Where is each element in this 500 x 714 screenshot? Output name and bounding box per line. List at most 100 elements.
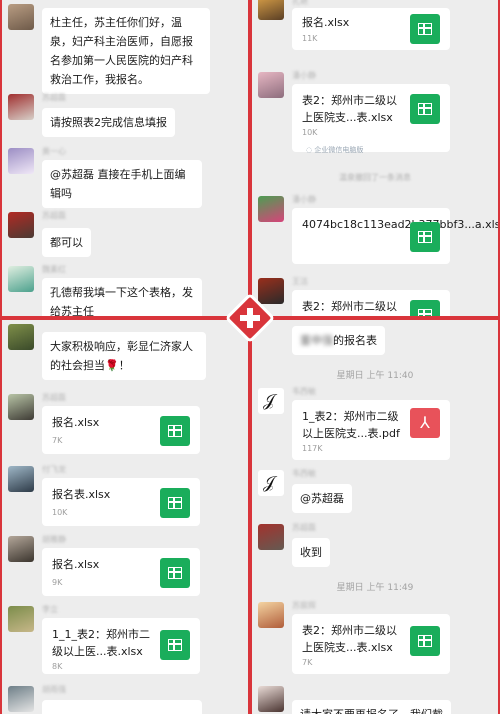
avatar[interactable] — [258, 278, 284, 304]
file-size: 10K — [302, 128, 318, 137]
avatar[interactable] — [8, 394, 34, 420]
message-bubble[interactable]: 孔德帮我填一下这个表格，发给苏主任 — [42, 278, 202, 316]
file-name: 1_表2：郑州市二级以上医院支...表.pdf — [302, 410, 400, 440]
chat-message: 潘小静 表2：郑州市二级以上医院支...表.xlsx 10K ◌ 企业微信电脑版 — [258, 71, 494, 162]
avatar[interactable] — [8, 536, 34, 562]
file-size: 10K — [52, 508, 68, 517]
avatar[interactable] — [258, 524, 284, 550]
file-name: 报名.xlsx — [302, 16, 350, 29]
excel-icon — [410, 300, 440, 316]
chat-message: 胡雨强 — [8, 685, 244, 714]
chat-message: 𝒥 韦西敏 1_表2：郑州市二级以上医院支...表.pdf 117K ⅄ — [258, 387, 494, 464]
avatar[interactable]: 𝒥 — [258, 388, 284, 414]
file-name: 表2：郑州市二级以上医院支...表.xlsx — [302, 94, 397, 124]
chat-message: 王洁 表2：郑州市二级以 — [258, 277, 494, 316]
chat-message: 孔艳 报名.xlsx 11K — [258, 0, 494, 56]
file-size: 9K — [52, 578, 63, 587]
file-attachment[interactable]: 1_1_表2：郑州市二级以上医...表.xlsx 8K — [42, 618, 200, 674]
avatar[interactable] — [8, 4, 34, 30]
timestamp: 星期日 上午 11:49 — [336, 583, 414, 593]
chat-message: 请大家不要再报名了，我们截 — [258, 686, 494, 714]
sender-name: 王洁 — [292, 277, 308, 286]
timestamp: 星期日 上午 11:40 — [336, 371, 414, 381]
avatar[interactable] — [258, 686, 284, 712]
sender-name: 苏超磊 — [42, 393, 66, 402]
excel-icon — [160, 488, 190, 518]
file-attachment[interactable]: 1_表2：郑州市二级以上医院支...表.pdf 117K ⅄ — [292, 400, 450, 460]
avatar[interactable] — [258, 602, 284, 628]
sender-name: 韦西敏 — [292, 469, 316, 478]
chat-panel-top-left[interactable]: 杜主任，苏主任你们好，温泉，妇产科主治医师，自愿报名参加第一人民医院的妇产科救治… — [2, 0, 248, 316]
sender-name: 苏超磊 — [42, 93, 66, 102]
excel-icon — [160, 630, 190, 660]
file-attachment[interactable]: 报名.xlsx 11K — [292, 8, 450, 50]
message-bubble[interactable]: 请按照表2完成信息填报 — [42, 108, 175, 137]
chat-panel-top-right[interactable]: 孔艳 报名.xlsx 11K 潘小静 表2：郑州市二级以上医院支...表.xls… — [252, 0, 498, 316]
chat-panel-bottom-left[interactable]: 大家积极响应，彰显仁济家人的社会担当🌹！ 苏超磊 报名.xlsx 7K 付飞龙 … — [2, 320, 248, 714]
file-attachment[interactable]: 报名表.xlsx 10K — [42, 478, 200, 526]
file-attachment[interactable]: 表2：郑州市二级以上医院支...表.xlsx 7K — [292, 614, 450, 674]
sender-name: 李立 — [42, 605, 58, 614]
message-bubble[interactable]: 都可以 — [42, 228, 91, 257]
excel-icon — [410, 94, 440, 124]
avatar[interactable] — [258, 0, 284, 20]
avatar[interactable] — [8, 148, 34, 174]
message-bubble[interactable] — [42, 700, 202, 714]
message-bubble[interactable]: @苏超磊 — [292, 484, 352, 513]
file-size: 11K — [302, 34, 318, 43]
avatar[interactable] — [258, 72, 284, 98]
chat-message: 大家积极响应，彰显仁济家人的社会担当🌹！ — [8, 324, 244, 384]
chat-panel-bottom-right[interactable]: 董申强的报名表 星期日 上午 11:40 𝒥 韦西敏 1_表2：郑州市二级以上医… — [252, 320, 498, 714]
sender-name: 苏超磊 — [42, 211, 66, 220]
file-attachment[interactable]: 报名.xlsx 9K — [42, 548, 200, 596]
excel-icon — [160, 558, 190, 588]
file-name: 报名.xlsx — [52, 416, 100, 429]
file-name: 表2：郑州市二级以 — [302, 300, 397, 313]
file-name: 1_1_表2：郑州市二级以上医...表.xlsx — [52, 628, 150, 658]
avatar[interactable] — [8, 324, 34, 350]
file-name: 表2：郑州市二级以上医院支...表.xlsx — [302, 624, 397, 654]
sender-name: 胡雨强 — [42, 685, 66, 694]
chat-message: 胡雅静 报名.xlsx 9K — [8, 535, 244, 606]
sender-name: 苏宸辉 — [292, 601, 316, 610]
avatar[interactable]: 𝒥 — [258, 470, 284, 496]
chat-message: 𝒥 韦西敏 @苏超磊 — [258, 469, 494, 516]
avatar[interactable] — [8, 606, 34, 632]
chat-message: 魏素红 孔德帮我填一下这个表格，发给苏主任 — [8, 265, 244, 316]
sender-name: 潘小静 — [292, 71, 316, 80]
avatar[interactable] — [8, 94, 34, 120]
sender-name: 苏超磊 — [292, 523, 316, 532]
source-label: ◌ 企业微信电脑版 — [306, 146, 364, 154]
excel-icon — [410, 626, 440, 656]
excel-icon — [410, 14, 440, 44]
message-bubble[interactable]: 收到 — [292, 538, 330, 567]
chat-message: 苏超磊 请按照表2完成信息填报 — [8, 93, 244, 138]
sender-name: 黄一心 — [42, 147, 66, 156]
excel-icon — [410, 222, 440, 252]
file-size: 7K — [52, 436, 63, 445]
message-bubble[interactable]: 请大家不要再报名了，我们截 — [292, 700, 451, 714]
chat-message: 苏超磊 报名.xlsx 7K — [8, 393, 244, 464]
sender-name: 韦西敏 — [292, 387, 316, 396]
message-bubble[interactable]: 董申强的报名表 — [292, 326, 385, 355]
file-attachment[interactable]: 表2：郑州市二级以上医院支...表.xlsx 10K — [292, 84, 450, 152]
message-bubble[interactable]: 杜主任，苏主任你们好，温泉，妇产科主治医师，自愿报名参加第一人民医院的妇产科救治… — [42, 8, 210, 94]
sender-name: 孔艳 — [292, 0, 308, 6]
file-name: 报名表.xlsx — [52, 488, 111, 501]
file-attachment[interactable]: 4074bc18c113ead2b377bbf3...a.xlsx — [292, 208, 498, 264]
chat-message: 黄一心 @苏超磊 直接在手机上面编辑吗 — [8, 147, 244, 208]
chat-message: 潘小静 4074bc18c113ead2b377bbf3...a.xlsx — [258, 195, 498, 266]
message-bubble[interactable]: @苏超磊 直接在手机上面编辑吗 — [42, 160, 202, 208]
avatar[interactable] — [258, 196, 284, 222]
avatar[interactable] — [8, 686, 34, 712]
avatar[interactable] — [8, 466, 34, 492]
file-attachment[interactable]: 表2：郑州市二级以 — [292, 290, 450, 316]
chat-message: 苏超磊 收到 — [258, 523, 494, 570]
file-attachment[interactable]: 报名.xlsx 7K — [42, 406, 200, 454]
avatar[interactable] — [8, 212, 34, 238]
sender-name: 付飞龙 — [42, 465, 66, 474]
avatar[interactable] — [8, 266, 34, 292]
message-bubble[interactable]: 大家积极响应，彰显仁济家人的社会担当🌹！ — [42, 332, 206, 380]
chat-message: 付飞龙 报名表.xlsx 10K — [8, 465, 244, 536]
pdf-icon: ⅄ — [410, 408, 440, 438]
